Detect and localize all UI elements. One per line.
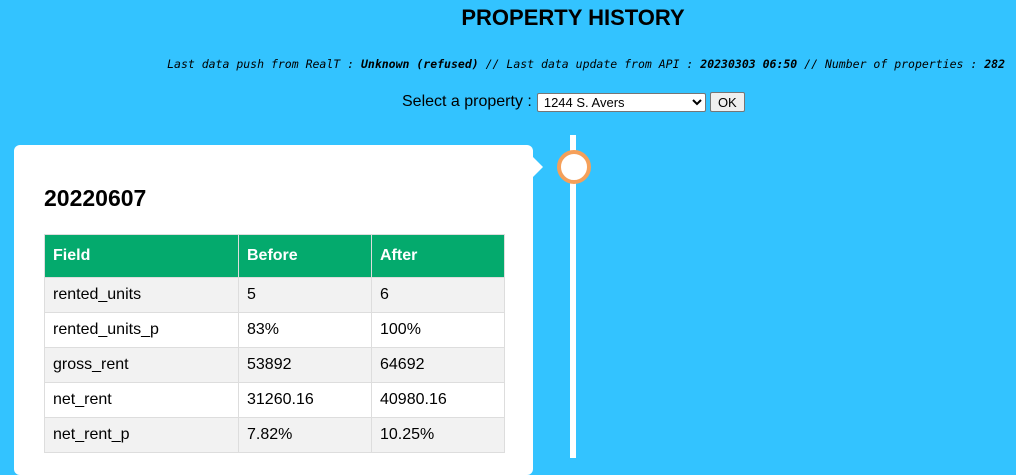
after-cell: 100% (371, 312, 505, 348)
push-label: Last data push from RealT : (167, 57, 355, 71)
field-cell: rented_units_p (44, 312, 239, 348)
field-cell: net_rent (44, 382, 239, 418)
page-title: PROPERTY HISTORY (461, 5, 685, 30)
data-status-line: Last data push from RealT : Unknown (ref… (167, 57, 1005, 71)
before-cell: 83% (238, 312, 372, 348)
table-row: rented_units 5 6 (44, 277, 505, 313)
ok-button[interactable]: OK (709, 92, 745, 112)
after-cell: 40980.16 (371, 382, 505, 418)
before-cell: 31260.16 (238, 382, 372, 418)
table-row: net_rent 31260.16 40980.16 (44, 382, 505, 418)
history-table: Field Before After rented_units 5 6 rent… (44, 234, 505, 453)
after-cell: 64692 (371, 347, 505, 383)
after-cell: 6 (371, 277, 505, 313)
separator: // (804, 57, 819, 71)
after-cell: 10.25% (371, 417, 505, 453)
update-value: 20230303 06:50 (700, 57, 798, 71)
field-cell: gross_rent (44, 347, 239, 383)
separator: // (485, 57, 500, 71)
history-date: 20220607 (44, 185, 147, 211)
column-header-after: After (371, 234, 505, 278)
before-cell: 53892 (238, 347, 372, 383)
property-selector: Select a property : 1244 S. Avers OK (402, 92, 745, 112)
table-row: net_rent_p 7.82% 10.25% (44, 417, 505, 453)
update-label: Last data update from API : (506, 57, 694, 71)
history-card: 20220607 Field Before After rented_units… (14, 145, 533, 475)
table-row: gross_rent 53892 64692 (44, 347, 505, 383)
table-row: rented_units_p 83% 100% (44, 312, 505, 348)
property-select[interactable]: 1244 S. Avers (536, 92, 706, 112)
before-cell: 7.82% (238, 417, 372, 453)
property-count-label: Number of properties : (824, 57, 978, 71)
before-cell: 5 (238, 277, 372, 313)
card-pointer (533, 157, 543, 177)
field-cell: rented_units (44, 277, 239, 313)
column-header-field: Field (44, 234, 239, 278)
property-count-value: 282 (984, 57, 1005, 71)
timeline-dot (557, 150, 591, 184)
table-header-row: Field Before After (44, 234, 505, 278)
push-value: Unknown (refused) (360, 57, 479, 71)
field-cell: net_rent_p (44, 417, 239, 453)
property-select-label: Select a property : (402, 93, 532, 110)
column-header-before: Before (238, 234, 372, 278)
